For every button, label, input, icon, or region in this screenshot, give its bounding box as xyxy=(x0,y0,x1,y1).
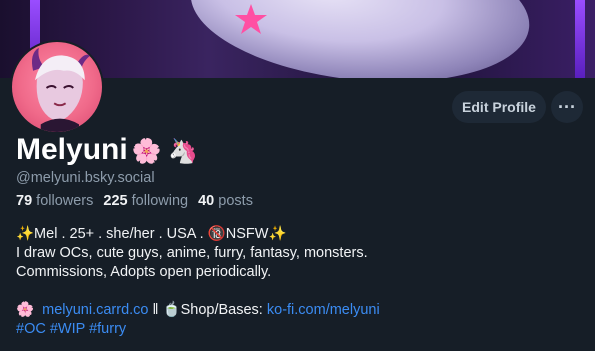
hashtag-link[interactable]: #OC xyxy=(16,321,46,337)
bio-spacer xyxy=(16,282,380,301)
followers-stat[interactable]: 79 followers xyxy=(16,193,93,209)
profile-bio: ✨Mel . 25+ . she/her . USA . 🔞NSFW✨ I dr… xyxy=(16,225,380,339)
display-name-text: Melyuni xyxy=(16,133,128,166)
following-count: 225 xyxy=(103,193,128,209)
flower-icon: 🌸 xyxy=(16,302,35,318)
edit-profile-button[interactable]: Edit Profile xyxy=(452,91,546,123)
name-emojis: 🌸 🦄 xyxy=(131,138,199,165)
ellipsis-icon[interactable]: ··· xyxy=(551,91,583,123)
profile-handle: @melyuni.bsky.social xyxy=(16,170,155,186)
hashtag-link[interactable]: #WIP xyxy=(50,321,85,337)
banner-stripe xyxy=(575,0,585,78)
following-stat[interactable]: 225 following xyxy=(103,193,188,209)
display-name: Melyuni 🌸 🦄 xyxy=(16,133,198,167)
hashtags-line: #OC #WIP #furry xyxy=(16,320,380,339)
bio-line: I draw OCs, cute guys, anime, furry, fan… xyxy=(16,245,368,261)
bio-links-line: 🌸 melyuni.carrd.co ‖ 🍵Shop/Bases: ko-fi.… xyxy=(16,301,380,320)
kofi-link[interactable]: ko-fi.com/melyuni xyxy=(267,302,380,318)
avatar[interactable] xyxy=(10,40,104,134)
shop-label: 🍵Shop/Bases: xyxy=(162,302,263,318)
followers-label: followers xyxy=(36,193,94,209)
carrd-link[interactable]: melyuni.carrd.co xyxy=(42,302,148,318)
bio-line: ✨Mel . 25+ . she/her . USA . 🔞NSFW✨ xyxy=(16,226,287,242)
followers-count: 79 xyxy=(16,193,33,209)
profile-stats: 79 followers 225 following 40 posts xyxy=(16,193,253,209)
posts-count: 40 xyxy=(198,193,215,209)
bio-line: Commissions, Adopts open periodically. xyxy=(16,264,272,280)
posts-label: posts xyxy=(218,193,253,209)
separator: ‖ xyxy=(152,302,159,318)
star-icon xyxy=(235,4,267,34)
posts-stat: 40 posts xyxy=(198,193,253,209)
following-label: following xyxy=(131,193,189,209)
hashtag-link[interactable]: #furry xyxy=(89,321,126,337)
